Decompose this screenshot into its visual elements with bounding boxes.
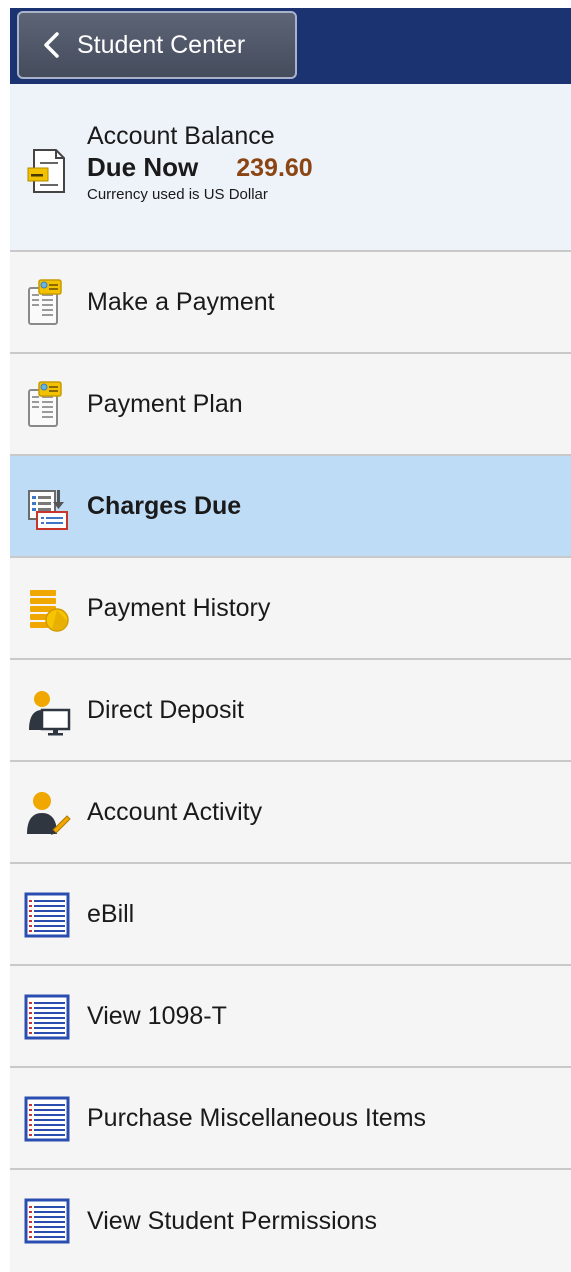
charges-list-icon <box>20 480 74 534</box>
menu-item-make-a-payment[interactable]: Make a Payment <box>10 252 571 354</box>
due-now-amount: 239.60 <box>236 154 313 182</box>
menu-item-payment-plan[interactable]: Payment Plan <box>10 354 571 456</box>
chevron-left-icon <box>44 32 59 58</box>
menu-item-charges-due[interactable]: Charges Due <box>10 456 571 558</box>
payment-form-icon <box>20 276 74 330</box>
list-document-icon <box>20 990 74 1044</box>
menu-item-label: View 1098-T <box>87 1001 227 1030</box>
menu-item-label: Purchase Miscellaneous Items <box>87 1103 427 1132</box>
menu-item-payment-history[interactable]: Payment History <box>10 558 571 660</box>
list-document-icon <box>20 1194 74 1248</box>
due-now-label: Due Now <box>87 152 199 182</box>
menu-item-view-student-permissions[interactable]: View Student Permissions <box>10 1170 571 1272</box>
menu-item-direct-deposit[interactable]: Direct Deposit <box>10 660 571 762</box>
bill-document-icon <box>27 149 65 193</box>
menu-item-label: Payment History <box>87 593 271 622</box>
currency-note: Currency used is US Dollar <box>87 186 268 203</box>
menu-item-label: Account Activity <box>87 797 263 826</box>
person-monitor-icon <box>20 684 74 738</box>
list-document-icon <box>20 1092 74 1146</box>
menu-item-label: Direct Deposit <box>87 695 244 724</box>
account-balance-title: Account Balance <box>87 122 275 150</box>
person-pencil-icon <box>20 786 74 840</box>
back-button-label: Student Center <box>77 30 246 59</box>
menu-item-label: eBill <box>87 899 135 928</box>
menu-item-label: Payment Plan <box>87 389 243 418</box>
back-button-student-center[interactable]: Student Center <box>17 11 297 79</box>
payment-form-icon <box>20 378 74 432</box>
list-document-icon <box>20 888 74 942</box>
menu-item-purchase-miscellaneous-items[interactable]: Purchase Miscellaneous Items <box>10 1068 571 1170</box>
top-bar: Student Center <box>10 8 571 84</box>
account-balance-summary: Account Balance Due Now 239.60 Currency … <box>10 84 571 252</box>
navigation-panel: Student Center Account Balance Due Now 2… <box>10 8 571 1272</box>
menu-item-label: Make a Payment <box>87 287 275 316</box>
menu-item-view-1098-t[interactable]: View 1098-T <box>10 966 571 1068</box>
menu-item-label: View Student Permissions <box>87 1206 377 1235</box>
menu-item-account-activity[interactable]: Account Activity <box>10 762 571 864</box>
menu-item-label: Charges Due <box>87 491 242 520</box>
coin-stack-icon <box>20 582 74 636</box>
menu-item-ebill[interactable]: eBill <box>10 864 571 966</box>
